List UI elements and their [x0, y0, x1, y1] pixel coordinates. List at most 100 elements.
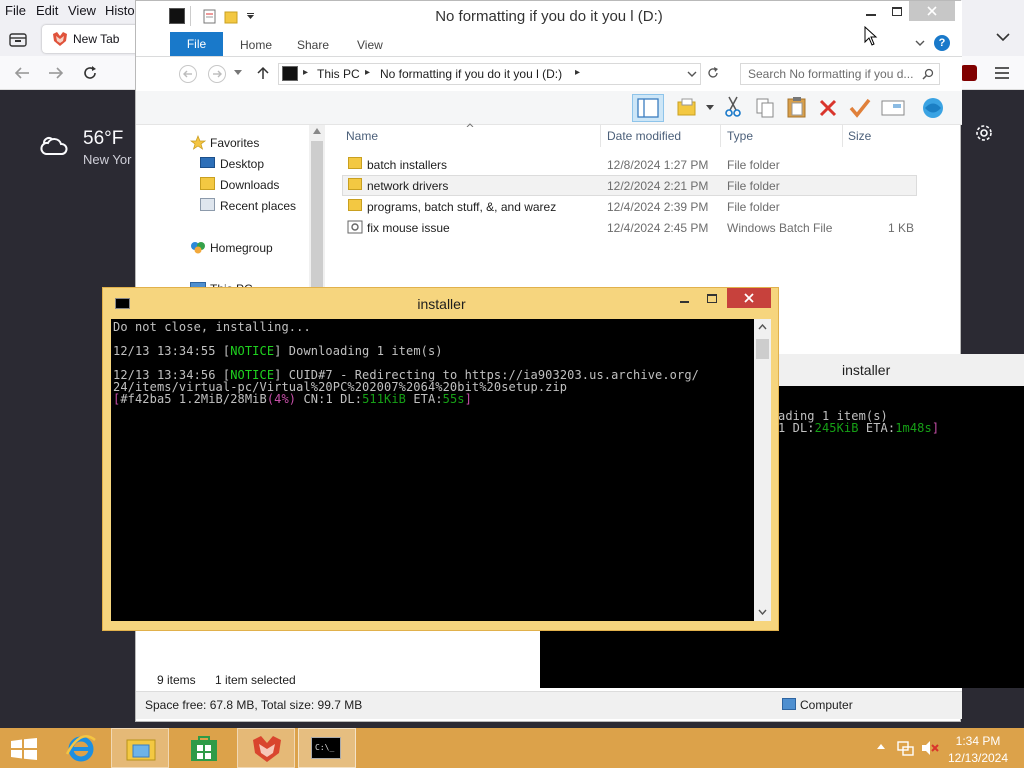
forward-button[interactable] — [208, 65, 226, 83]
tab-label: New Tab — [73, 32, 120, 46]
paste-icon[interactable] — [786, 96, 808, 118]
taskbar-internet-explorer[interactable] — [52, 728, 110, 768]
nav-scrollbar[interactable] — [309, 125, 325, 295]
clock-time[interactable]: 1:34 PM — [932, 734, 1024, 748]
column-divider[interactable] — [720, 125, 721, 147]
maximize-icon[interactable] — [892, 7, 902, 16]
ribbon-expand-icon[interactable] — [915, 40, 925, 47]
nav-scroll-thumb[interactable] — [311, 141, 323, 291]
list-all-tabs-icon[interactable] — [995, 30, 1011, 44]
column-date-modified[interactable]: Date modified — [607, 129, 681, 143]
recent-locations-icon[interactable] — [234, 70, 242, 75]
delete-icon[interactable] — [818, 98, 838, 118]
console-output[interactable]: Do not close, installing... 12/13 13:34:… — [111, 319, 754, 621]
breadcrumb-sep-icon[interactable]: ▸ — [575, 67, 580, 78]
console-scroll-thumb[interactable] — [756, 339, 769, 359]
console-scrollbar[interactable] — [754, 319, 771, 621]
ublock-icon[interactable] — [961, 65, 977, 81]
column-type[interactable]: Type — [727, 129, 753, 143]
column-divider[interactable] — [600, 125, 601, 147]
commands-toolbar — [136, 91, 962, 125]
menu-file[interactable]: File — [5, 3, 26, 18]
taskbar-command-prompt[interactable]: C:\_ — [298, 728, 356, 768]
back-icon[interactable] — [14, 66, 30, 80]
open-folder-icon[interactable] — [676, 97, 698, 117]
tab-file[interactable]: File — [170, 32, 223, 56]
file-name: programs, batch stuff, &, and warez — [367, 200, 557, 214]
file-type: Windows Batch File — [727, 221, 833, 235]
column-size[interactable]: Size — [848, 129, 871, 143]
clock-date[interactable]: 12/13/2024 — [932, 751, 1024, 765]
nav-desktop[interactable]: Desktop — [220, 157, 264, 171]
scroll-up-icon[interactable] — [313, 128, 321, 134]
taskbar-store[interactable] — [175, 728, 233, 768]
rename-checkmark-icon[interactable] — [848, 97, 872, 119]
nav-homegroup[interactable]: Homegroup — [210, 241, 273, 255]
file-type: File folder — [727, 179, 780, 193]
console-progress-line: [#f42ba5 1.2MiB/28MiB(4%) CN:1 DL:511KiB… — [113, 392, 472, 406]
copy-icon[interactable] — [755, 97, 775, 119]
nav-favorites[interactable]: Favorites — [210, 136, 259, 150]
refresh-icon[interactable] — [706, 66, 720, 80]
minimize-icon[interactable] — [866, 14, 876, 16]
cut-icon[interactable] — [724, 96, 742, 118]
tab-overview-icon[interactable] — [9, 31, 27, 47]
tab-home[interactable]: Home — [240, 38, 272, 52]
breadcrumb-this-pc[interactable]: This PC — [317, 67, 360, 81]
scroll-up-icon[interactable] — [758, 324, 767, 330]
close-button[interactable] — [727, 288, 771, 308]
file-size: 1 KB — [887, 221, 914, 235]
minimize-icon[interactable] — [680, 301, 689, 303]
space-free-text: Space free: 67.8 MB, Total size: 99.7 MB — [145, 698, 363, 712]
toolbar-dropdown-icon[interactable] — [706, 105, 714, 110]
address-dropdown-icon[interactable] — [687, 71, 697, 78]
batch-file-icon — [347, 219, 363, 235]
installer-console-window[interactable]: installer Do not close, installing... 12… — [102, 287, 779, 631]
app-menu-icon[interactable] — [994, 67, 1010, 79]
breadcrumb-drive[interactable]: No formatting if you do it you l (D:) — [380, 67, 562, 81]
globe-icon[interactable] — [922, 97, 944, 119]
network-icon[interactable] — [897, 740, 915, 756]
installer-titlebar[interactable]: installer — [103, 288, 780, 318]
taskbar-firefox[interactable] — [237, 728, 295, 768]
start-windows-icon[interactable] — [10, 738, 38, 760]
tab-share[interactable]: Share — [297, 38, 329, 52]
reload-icon[interactable] — [82, 65, 98, 81]
nav-recent-places[interactable]: Recent places — [220, 199, 296, 213]
preview-pane-icon[interactable] — [632, 94, 664, 122]
column-name[interactable]: Name — [346, 129, 378, 143]
select-all-icon[interactable] — [881, 99, 905, 117]
menu-view[interactable]: View — [68, 3, 96, 18]
back-button[interactable] — [179, 65, 197, 83]
show-hidden-icons-icon[interactable] — [876, 743, 886, 750]
scroll-down-icon[interactable] — [758, 609, 767, 615]
search-icon[interactable] — [922, 68, 934, 80]
breadcrumb-sep-icon[interactable]: ▸ — [365, 67, 370, 78]
explorer-titlebar[interactable]: No formatting if you do it you l (D:) — [136, 1, 962, 31]
mouse-cursor-icon — [864, 26, 878, 46]
search-input[interactable]: Search No formatting if you d... — [740, 63, 940, 85]
menu-edit[interactable]: Edit — [36, 3, 58, 18]
file-name: fix mouse issue — [367, 221, 450, 235]
computer-label: Computer — [800, 698, 853, 712]
maximize-icon[interactable] — [707, 294, 717, 303]
up-arrow-icon[interactable] — [257, 66, 269, 80]
sort-ascending-icon — [466, 123, 474, 127]
column-divider[interactable] — [842, 125, 843, 147]
command-prompt-icon: C:\_ — [311, 737, 341, 759]
taskbar: C:\_ — [0, 728, 1024, 768]
address-bar[interactable]: ▸ This PC ▸ No formatting if you do it y… — [278, 63, 701, 85]
file-name: batch installers — [367, 158, 448, 172]
breadcrumb-sep-icon[interactable]: ▸ — [303, 67, 308, 78]
nav-downloads[interactable]: Downloads — [220, 178, 279, 192]
settings-gear-icon[interactable] — [975, 124, 993, 142]
forward-icon[interactable] — [48, 66, 64, 80]
downloads-folder-icon — [200, 177, 215, 190]
firefox-icon — [251, 734, 283, 764]
file-date: 12/8/2024 1:27 PM — [607, 158, 709, 172]
tab-view[interactable]: View — [357, 38, 383, 52]
item-count: 9 items — [157, 673, 196, 687]
close-button[interactable] — [909, 1, 955, 21]
help-icon[interactable]: ? — [934, 35, 950, 51]
taskbar-file-explorer[interactable] — [111, 728, 169, 768]
